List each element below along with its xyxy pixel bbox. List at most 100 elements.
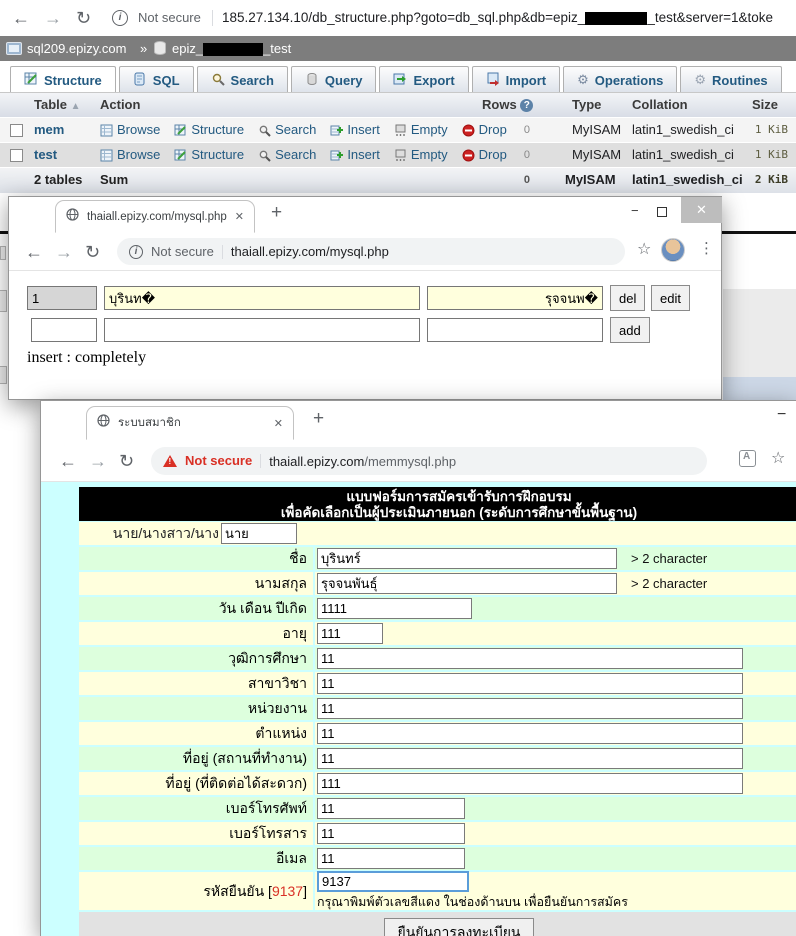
record-name-field[interactable] bbox=[104, 286, 420, 310]
del-button[interactable]: del bbox=[610, 285, 645, 311]
tab-routines[interactable]: ⚙ Routines bbox=[680, 66, 781, 93]
tab-search[interactable]: Search bbox=[197, 66, 288, 93]
new-surname-field[interactable] bbox=[427, 318, 603, 342]
browser-tab[interactable]: ระบบสมาชิก ✕ bbox=[86, 406, 294, 440]
tab-operations[interactable]: ⚙ Operations bbox=[563, 66, 677, 93]
lastname-input[interactable] bbox=[317, 573, 617, 594]
tab-query[interactable]: Query bbox=[291, 66, 377, 93]
insert-link[interactable]: Insert bbox=[330, 118, 380, 142]
row-checkbox[interactable] bbox=[10, 149, 23, 162]
star-icon[interactable]: ☆ bbox=[771, 448, 785, 468]
maximize-icon[interactable] bbox=[657, 207, 667, 217]
education-input[interactable] bbox=[317, 648, 743, 669]
insert-link[interactable]: Insert bbox=[330, 143, 380, 167]
major-input[interactable] bbox=[317, 673, 743, 694]
tab-import[interactable]: Import bbox=[472, 66, 560, 93]
col-table[interactable]: Table ▲ bbox=[34, 93, 81, 119]
contact-address-input[interactable] bbox=[317, 773, 743, 794]
email-input[interactable] bbox=[317, 848, 465, 869]
captcha-label-prefix: รหัสยืนยัน [ bbox=[203, 883, 272, 899]
table-header-row: Table ▲ Action Rows ? Type Collation Siz… bbox=[0, 93, 796, 117]
tab-structure[interactable]: Structure bbox=[10, 66, 116, 93]
url-text[interactable]: 185.27.134.10/db_structure.php?goto=db_s… bbox=[222, 0, 773, 36]
translate-icon[interactable] bbox=[739, 450, 756, 467]
phone-input[interactable] bbox=[317, 798, 465, 819]
redaction-box bbox=[203, 43, 263, 56]
close-tab-icon[interactable]: ✕ bbox=[274, 417, 283, 430]
title-input[interactable] bbox=[221, 523, 297, 544]
empty-link[interactable]: Empty bbox=[394, 118, 448, 142]
table-name[interactable]: test bbox=[34, 143, 57, 167]
browser-tab[interactable]: thaiall.epizy.com/mysql.php ✕ bbox=[55, 200, 255, 233]
reload-icon[interactable]: ↻ bbox=[119, 443, 134, 479]
col-collation: Collation bbox=[632, 93, 688, 117]
structure-link[interactable]: Structure bbox=[174, 118, 244, 142]
record-surname-field[interactable] bbox=[427, 286, 603, 310]
url-path: /memmysql.php bbox=[364, 454, 456, 469]
tab-sql[interactable]: SQL bbox=[119, 66, 194, 93]
new-name-field[interactable] bbox=[104, 318, 420, 342]
forward-icon[interactable]: → bbox=[55, 234, 73, 270]
birthdate-input[interactable] bbox=[317, 598, 472, 619]
forward-icon[interactable]: → bbox=[44, 0, 62, 36]
back-icon[interactable]: ← bbox=[59, 443, 77, 479]
new-tab-icon[interactable]: + bbox=[313, 408, 324, 430]
fax-input[interactable] bbox=[317, 823, 465, 844]
empty-link[interactable]: Empty bbox=[394, 143, 448, 167]
minimize-icon[interactable]: − bbox=[777, 406, 786, 424]
organization-input[interactable] bbox=[317, 698, 743, 719]
star-icon[interactable]: ☆ bbox=[637, 239, 651, 259]
help-icon[interactable]: ? bbox=[520, 99, 533, 112]
add-button[interactable]: add bbox=[610, 317, 650, 343]
minimize-icon[interactable]: − bbox=[631, 203, 639, 218]
reload-icon[interactable]: ↻ bbox=[76, 0, 91, 36]
structure-link[interactable]: Structure bbox=[174, 143, 244, 167]
new-id-field[interactable] bbox=[31, 318, 97, 342]
browse-link[interactable]: Browse bbox=[100, 118, 160, 142]
info-icon[interactable]: i bbox=[112, 10, 128, 26]
menu-dots-icon[interactable]: ⋮ bbox=[699, 239, 714, 257]
row-checkbox[interactable] bbox=[10, 124, 23, 137]
query-icon bbox=[305, 72, 319, 89]
close-tab-icon[interactable]: ✕ bbox=[235, 210, 244, 223]
submit-button[interactable]: ยืนยันการลงทะเบียน bbox=[384, 918, 533, 936]
form-row: นาย/นางสาว/นาง bbox=[79, 522, 796, 545]
tab-label: SQL bbox=[153, 73, 180, 88]
record-id-field[interactable] bbox=[27, 286, 97, 310]
search-link[interactable]: Search bbox=[258, 143, 316, 167]
captcha-code: 9137 bbox=[272, 883, 303, 899]
browse-link[interactable]: Browse bbox=[100, 143, 160, 167]
url-pill[interactable]: Not secure thaiall.epizy.com/memmysql.ph… bbox=[151, 447, 707, 475]
avatar[interactable] bbox=[661, 238, 685, 262]
structure-icon bbox=[174, 124, 187, 137]
url-prefix: 185.27.134.10/db_structure.php?goto=db_s… bbox=[222, 10, 585, 25]
info-icon[interactable]: i bbox=[129, 245, 143, 259]
submit-row: ยืนยันการลงทะเบียน bbox=[79, 912, 796, 936]
new-tab-icon[interactable]: + bbox=[271, 202, 282, 224]
breadcrumb-db[interactable]: epiz__test bbox=[172, 36, 291, 61]
breadcrumb-host[interactable]: sql209.epizy.com bbox=[27, 36, 126, 61]
validation-note: > 2 character bbox=[631, 576, 707, 591]
back-icon[interactable]: ← bbox=[25, 234, 43, 270]
database-icon bbox=[154, 41, 166, 55]
sum-label: Sum bbox=[100, 168, 128, 192]
age-input[interactable] bbox=[317, 623, 383, 644]
forward-icon[interactable]: → bbox=[89, 443, 107, 479]
insert-icon bbox=[330, 124, 343, 137]
collation-value[interactable]: latin1_swedish_ci bbox=[632, 143, 734, 167]
back-icon[interactable]: ← bbox=[12, 0, 30, 36]
table-name[interactable]: mem bbox=[34, 118, 64, 142]
collation-value[interactable]: latin1_swedish_ci bbox=[632, 118, 734, 142]
position-input[interactable] bbox=[317, 723, 743, 744]
reload-icon[interactable]: ↻ bbox=[85, 234, 100, 270]
search-link[interactable]: Search bbox=[258, 118, 316, 142]
tab-export[interactable]: Export bbox=[379, 66, 468, 93]
captcha-label: รหัสยืนยัน [9137] bbox=[79, 872, 313, 910]
close-window-icon[interactable]: ✕ bbox=[681, 197, 722, 223]
edit-button[interactable]: edit bbox=[651, 285, 690, 311]
firstname-input[interactable] bbox=[317, 548, 617, 569]
url-pill[interactable]: i Not secure thaiall.epizy.com/mysql.php bbox=[117, 238, 625, 265]
work-address-input[interactable] bbox=[317, 748, 743, 769]
captcha-input[interactable] bbox=[317, 871, 469, 892]
field-label: สาขาวิชา bbox=[79, 672, 313, 695]
